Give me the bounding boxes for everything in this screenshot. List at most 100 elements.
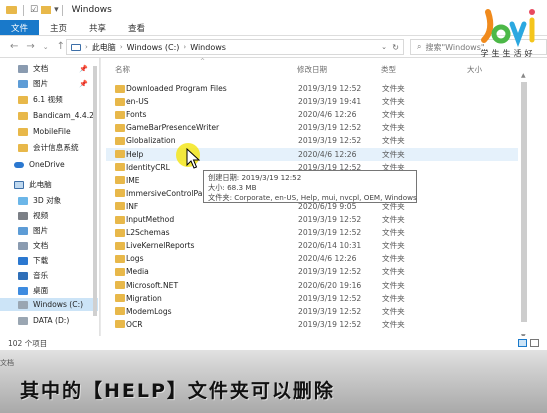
- file-list-scrollbar[interactable]: ▲ ▼: [516, 72, 530, 340]
- large-icons-view-icon[interactable]: [530, 339, 539, 347]
- folder-icon: [115, 123, 125, 132]
- address-path[interactable]: › 此电脑 › Windows (C:) › Windows ⌄ ↻: [66, 39, 404, 55]
- sidebar-item-label: 图片: [33, 79, 49, 88]
- sidebar-item-label: 音乐: [33, 271, 49, 280]
- table-row[interactable]: Help 2020/4/6 12:26 文件夹: [106, 147, 518, 161]
- sidebar-item-documents[interactable]: 文档 📌: [0, 62, 98, 75]
- file-type: 文件夹: [382, 97, 405, 107]
- breadcrumb-this-pc[interactable]: 此电脑: [92, 42, 116, 53]
- table-row[interactable]: L2Schemas 2019/3/19 12:52 文件夹: [106, 226, 518, 239]
- table-row[interactable]: LiveKernelReports 2020/6/14 10:31 文件夹: [106, 239, 518, 252]
- scrollbar-thumb[interactable]: [93, 66, 97, 316]
- file-name: Logs: [126, 254, 144, 264]
- table-row[interactable]: Migration 2019/3/19 12:52 文件夹: [106, 292, 518, 305]
- scroll-up-icon[interactable]: ▲: [521, 72, 526, 79]
- sidebar-item-music[interactable]: 音乐: [0, 269, 98, 282]
- sidebar-item-video-folder[interactable]: 6.1 视频: [0, 93, 98, 106]
- details-view-icon[interactable]: [518, 339, 527, 347]
- sidebar-item-documents-pc[interactable]: 文档: [0, 239, 98, 252]
- scrollbar-thumb[interactable]: [521, 82, 527, 322]
- up-arrow-icon[interactable]: ↑: [57, 41, 65, 52]
- sidebar-item-pictures[interactable]: 图片 📌: [0, 77, 98, 90]
- file-type: 文件夹: [382, 123, 405, 133]
- sidebar-item-this-pc[interactable]: 此电脑: [0, 178, 98, 191]
- drive-icon: [18, 300, 28, 309]
- file-name: Microsoft.NET: [126, 280, 179, 290]
- chevron-right-icon[interactable]: ›: [120, 43, 123, 51]
- sort-up-icon: ^: [200, 58, 206, 65]
- recent-locations-icon[interactable]: ⌄: [43, 43, 49, 51]
- column-header-name[interactable]: 名称: [115, 64, 130, 75]
- table-row[interactable]: Media 2019/3/19 12:52 文件夹: [106, 265, 518, 278]
- folder-icon: [18, 143, 28, 152]
- breadcrumb-windows[interactable]: Windows: [190, 43, 226, 52]
- downloads-icon: [18, 256, 28, 265]
- file-type: 文件夹: [382, 149, 405, 159]
- sidebar-item-desktop[interactable]: 桌面: [0, 284, 98, 297]
- sidebar-item-videos[interactable]: 视频: [0, 209, 98, 222]
- sidebar-item-label: 此电脑: [29, 180, 52, 189]
- videos-icon: [18, 211, 28, 220]
- sidebar-item-pictures-pc[interactable]: 图片: [0, 224, 98, 237]
- table-row[interactable]: Fonts 2020/4/6 12:26 文件夹: [106, 108, 518, 121]
- new-folder-icon[interactable]: [41, 6, 52, 14]
- column-header-type[interactable]: 类型: [381, 64, 396, 75]
- file-type: 文件夹: [382, 241, 405, 251]
- sidebar-item-onedrive[interactable]: OneDrive: [0, 158, 98, 171]
- sidebar-item-downloads[interactable]: 下载: [0, 254, 98, 267]
- file-name: LiveKernelReports: [126, 241, 195, 251]
- properties-icon[interactable]: ☑: [30, 5, 38, 15]
- sidebar-scrollbar[interactable]: [92, 58, 98, 336]
- sidebar-item-drive-c[interactable]: Windows (C:): [0, 298, 98, 311]
- file-type: 文件夹: [382, 280, 405, 290]
- sidebar-item-accounting[interactable]: 会计信息系统: [0, 141, 98, 154]
- column-header-date[interactable]: 修改日期: [297, 64, 327, 75]
- sidebar-item-label: Windows (C:): [33, 300, 84, 309]
- file-modified-date: 2019/3/19 12:52: [298, 84, 362, 93]
- folder-info-tooltip: 创建日期: 2019/3/19 12:52 大小: 68.3 MB 文件夹: C…: [203, 170, 417, 203]
- sidebar-item-3d-objects[interactable]: 3D 对象: [0, 194, 98, 207]
- tab-file[interactable]: 文件: [0, 20, 40, 35]
- breadcrumb-drive-c[interactable]: Windows (C:): [127, 43, 180, 52]
- chevron-down-icon[interactable]: ⌄: [381, 43, 387, 51]
- table-row[interactable]: ModemLogs 2019/3/19 12:52 文件夹: [106, 305, 518, 318]
- refresh-icon[interactable]: ↻: [392, 43, 399, 52]
- file-type: 文件夹: [382, 267, 405, 277]
- back-arrow-icon[interactable]: ←: [10, 41, 18, 52]
- sidebar-item-label: 会计信息系统: [33, 143, 79, 152]
- file-name: Migration: [126, 293, 162, 303]
- folder-icon: [115, 254, 125, 263]
- item-count: 102 个项目: [8, 338, 48, 348]
- table-row[interactable]: InputMethod 2019/3/19 12:52 文件夹: [106, 213, 518, 226]
- onedrive-icon: [14, 161, 24, 168]
- customize-quick-access-icon[interactable]: ▾: [54, 5, 59, 15]
- file-name: Help: [126, 149, 144, 159]
- file-modified-date: 2019/3/19 12:52: [298, 228, 362, 238]
- tab-share[interactable]: 共享: [78, 20, 117, 35]
- file-type: 文件夹: [382, 84, 405, 93]
- folder-icon: [115, 241, 125, 250]
- sidebar-item-bandicam[interactable]: Bandicam_4.4.2: [0, 109, 98, 122]
- file-name: Globalization: [126, 136, 176, 146]
- chevron-right-icon[interactable]: ›: [85, 43, 88, 51]
- caption-left-label: 文档: [0, 359, 14, 367]
- file-type: 文件夹: [382, 228, 405, 238]
- sidebar-item-drive-d[interactable]: DATA (D:): [0, 314, 98, 327]
- navigation-pane: 文档 📌 图片 📌 6.1 视频 Bandicam_4.4.2 MobileFi…: [0, 58, 100, 336]
- tab-home[interactable]: 主页: [39, 20, 78, 35]
- chevron-right-icon[interactable]: ›: [183, 43, 186, 51]
- forward-arrow-icon[interactable]: →: [26, 41, 34, 52]
- folder-icon: [115, 228, 125, 237]
- table-row[interactable]: en-US 2019/3/19 19:41 文件夹: [106, 95, 518, 108]
- table-row[interactable]: Globalization 2019/3/19 12:52 文件夹: [106, 134, 518, 147]
- tab-view[interactable]: 查看: [117, 20, 156, 35]
- logo-tagline: 学生生活好: [481, 48, 536, 58]
- table-row[interactable]: Downloaded Program Files 2019/3/19 12:52 文…: [106, 82, 518, 95]
- table-row[interactable]: Logs 2020/4/6 12:26 文件夹: [106, 252, 518, 265]
- table-row[interactable]: Microsoft.NET 2020/6/20 19:16 文件夹: [106, 279, 518, 292]
- table-row[interactable]: OCR 2019/3/19 12:52 文件夹: [106, 318, 518, 331]
- file-modified-date: 2019/3/19 12:52: [298, 306, 362, 316]
- sidebar-item-label: 6.1 视频: [33, 95, 63, 104]
- table-row[interactable]: GameBarPresenceWriter 2019/3/19 12:52 文件夹: [106, 121, 518, 134]
- sidebar-item-mobilefile[interactable]: MobileFile: [0, 125, 98, 138]
